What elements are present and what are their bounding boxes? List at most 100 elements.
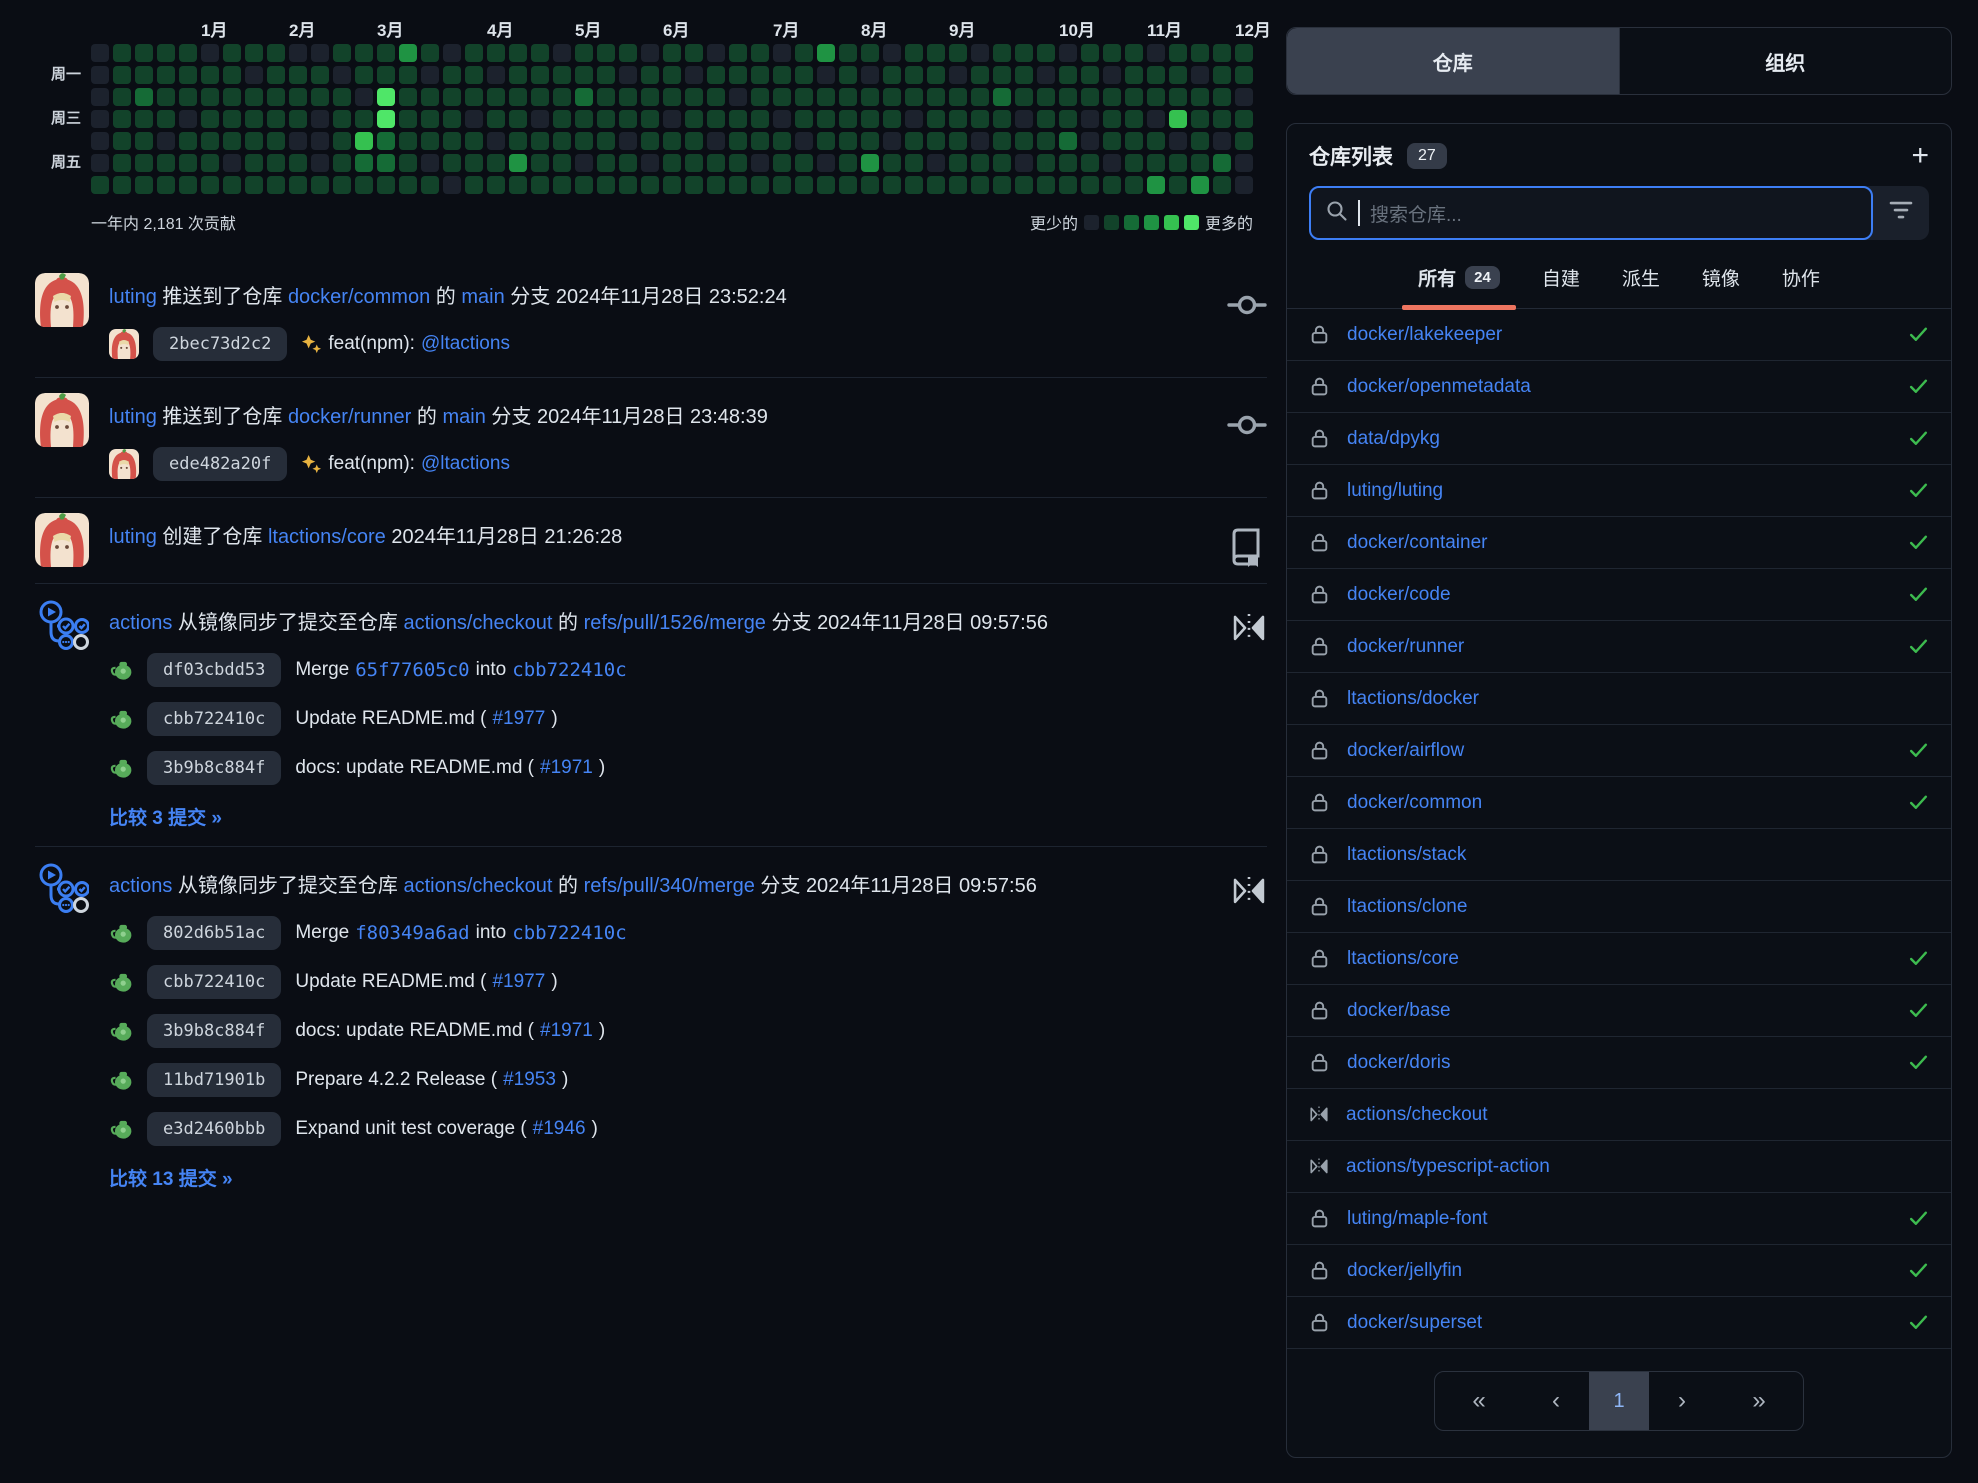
feed-link[interactable]: docker/runner: [288, 406, 411, 428]
feed-link[interactable]: ltactions/core: [268, 526, 386, 548]
filter-tab-自建[interactable]: 自建: [1542, 264, 1580, 308]
repo-link[interactable]: actions/typescript-action: [1346, 1156, 1550, 1178]
feed-link[interactable]: #1977: [492, 708, 545, 730]
user-avatar[interactable]: [35, 273, 89, 327]
feed-link[interactable]: docker/common: [288, 286, 430, 308]
actions-avatar[interactable]: [35, 599, 89, 653]
heatmap-cell: [685, 88, 703, 106]
heatmap-cell: [179, 154, 197, 172]
heatmap-month-label: 11月: [1147, 16, 1182, 41]
feed-link[interactable]: actions: [109, 612, 172, 634]
repo-link[interactable]: docker/openmetadata: [1347, 376, 1531, 398]
commit-hash-badge[interactable]: 11bd71901b: [147, 1063, 281, 1097]
feed-link[interactable]: cbb722410c: [512, 922, 626, 944]
repo-link[interactable]: ltactions/clone: [1347, 896, 1467, 918]
heatmap-cell: [597, 88, 615, 106]
filter-tab-派生[interactable]: 派生: [1622, 264, 1660, 308]
pagination-prev[interactable]: ‹: [1523, 1372, 1589, 1430]
feed-text: ): [551, 708, 557, 730]
heatmap-cell: [553, 110, 571, 128]
repo-link[interactable]: docker/lakekeeper: [1347, 324, 1502, 346]
repo-link[interactable]: ltactions/stack: [1347, 844, 1466, 866]
heatmap-cell: [509, 88, 527, 106]
feed-link[interactable]: @ltactions: [421, 333, 510, 355]
feed-link[interactable]: refs/pull/1526/merge: [584, 612, 766, 634]
pagination-first[interactable]: «: [1435, 1372, 1523, 1430]
commit-hash-badge[interactable]: cbb722410c: [147, 965, 281, 999]
feed-link[interactable]: 65f77605c0: [355, 659, 469, 681]
compare-commits-link[interactable]: 比较 3 提交 »: [109, 803, 222, 830]
feed-link[interactable]: #1977: [492, 971, 545, 993]
repo-link[interactable]: docker/runner: [1347, 636, 1464, 658]
feed-link[interactable]: cbb722410c: [512, 659, 626, 681]
heatmap-cell: [773, 110, 791, 128]
heatmap-cell: [223, 132, 241, 150]
repo-link[interactable]: docker/doris: [1347, 1052, 1451, 1074]
commit-hash-badge[interactable]: 3b9b8c884f: [147, 751, 281, 785]
heatmap-cell: [223, 154, 241, 172]
feed-link[interactable]: main: [442, 406, 485, 428]
commit-hash-badge[interactable]: e3d2460bbb: [147, 1112, 281, 1146]
heatmap-cell: [817, 132, 835, 150]
repo-link[interactable]: docker/airflow: [1347, 740, 1464, 762]
tab-repositories[interactable]: 仓库: [1287, 28, 1619, 94]
pagination-last[interactable]: »: [1715, 1372, 1803, 1430]
feed-link[interactable]: #1953: [503, 1069, 556, 1091]
actions-avatar[interactable]: [35, 862, 89, 916]
feed-link[interactable]: luting: [109, 406, 157, 428]
repo-link[interactable]: docker/container: [1347, 532, 1487, 554]
feed-link[interactable]: @ltactions: [421, 453, 510, 475]
commit-hash-badge[interactable]: 2bec73d2c2: [153, 327, 287, 361]
heatmap-cell: [1169, 44, 1187, 62]
repo-link[interactable]: ltactions/docker: [1347, 688, 1479, 710]
repo-link[interactable]: actions/checkout: [1346, 1104, 1488, 1126]
commit-hash-badge[interactable]: ede482a20f: [153, 447, 287, 481]
lock-icon: [1309, 1260, 1330, 1281]
filter-tab-协作[interactable]: 协作: [1782, 264, 1820, 308]
heatmap-legend-more: 更多的: [1205, 210, 1253, 234]
feed-link[interactable]: luting: [109, 286, 157, 308]
feed-link[interactable]: refs/pull/340/merge: [584, 875, 755, 897]
repo-link[interactable]: docker/jellyfin: [1347, 1260, 1462, 1282]
feed-link[interactable]: #1971: [540, 757, 593, 779]
repo-link[interactable]: luting/maple-font: [1347, 1208, 1487, 1230]
heatmap-cell: [399, 132, 417, 150]
heatmap-cell: [729, 66, 747, 84]
feed-link[interactable]: main: [461, 286, 504, 308]
filter-tab-镜像[interactable]: 镜像: [1702, 264, 1740, 308]
heatmap-cell: [949, 176, 967, 194]
commit-hash-badge[interactable]: cbb722410c: [147, 702, 281, 736]
repo-search-input[interactable]: 搜索仓库...: [1309, 186, 1873, 240]
feed-link[interactable]: f80349a6ad: [355, 922, 469, 944]
commit-hash-badge[interactable]: 802d6b51ac: [147, 916, 281, 950]
add-repo-button[interactable]: +: [1911, 143, 1929, 169]
user-avatar[interactable]: [35, 393, 89, 447]
feed-link[interactable]: #1971: [540, 1020, 593, 1042]
feed-link[interactable]: #1946: [533, 1118, 586, 1140]
heatmap-cell: [663, 66, 681, 84]
repo-link[interactable]: data/dpykg: [1347, 428, 1440, 450]
feed-link[interactable]: actions/checkout: [404, 612, 553, 634]
pagination-next[interactable]: ›: [1649, 1372, 1715, 1430]
feed-link[interactable]: actions: [109, 875, 172, 897]
feed-link[interactable]: luting: [109, 526, 157, 548]
heatmap-cell: [1015, 66, 1033, 84]
filter-tab-label: 派生: [1622, 264, 1660, 291]
heatmap-cell: [399, 44, 417, 62]
filter-tab-所有[interactable]: 所有24: [1418, 264, 1500, 308]
repo-link[interactable]: ltactions/core: [1347, 948, 1459, 970]
commit-hash-badge[interactable]: 3b9b8c884f: [147, 1014, 281, 1048]
repo-link[interactable]: docker/base: [1347, 1000, 1451, 1022]
heatmap-cell: [377, 88, 395, 106]
commit-hash-badge[interactable]: df03cbdd53: [147, 653, 281, 687]
search-filter-button[interactable]: [1873, 186, 1929, 240]
repo-link[interactable]: docker/superset: [1347, 1312, 1482, 1334]
repo-link[interactable]: docker/common: [1347, 792, 1482, 814]
repo-link[interactable]: luting/luting: [1347, 480, 1443, 502]
heatmap-cell: [839, 132, 857, 150]
tab-organizations[interactable]: 组织: [1619, 28, 1952, 94]
feed-link[interactable]: actions/checkout: [404, 875, 553, 897]
user-avatar[interactable]: [35, 513, 89, 567]
repo-link[interactable]: docker/code: [1347, 584, 1451, 606]
compare-commits-link[interactable]: 比较 13 提交 »: [109, 1164, 233, 1191]
